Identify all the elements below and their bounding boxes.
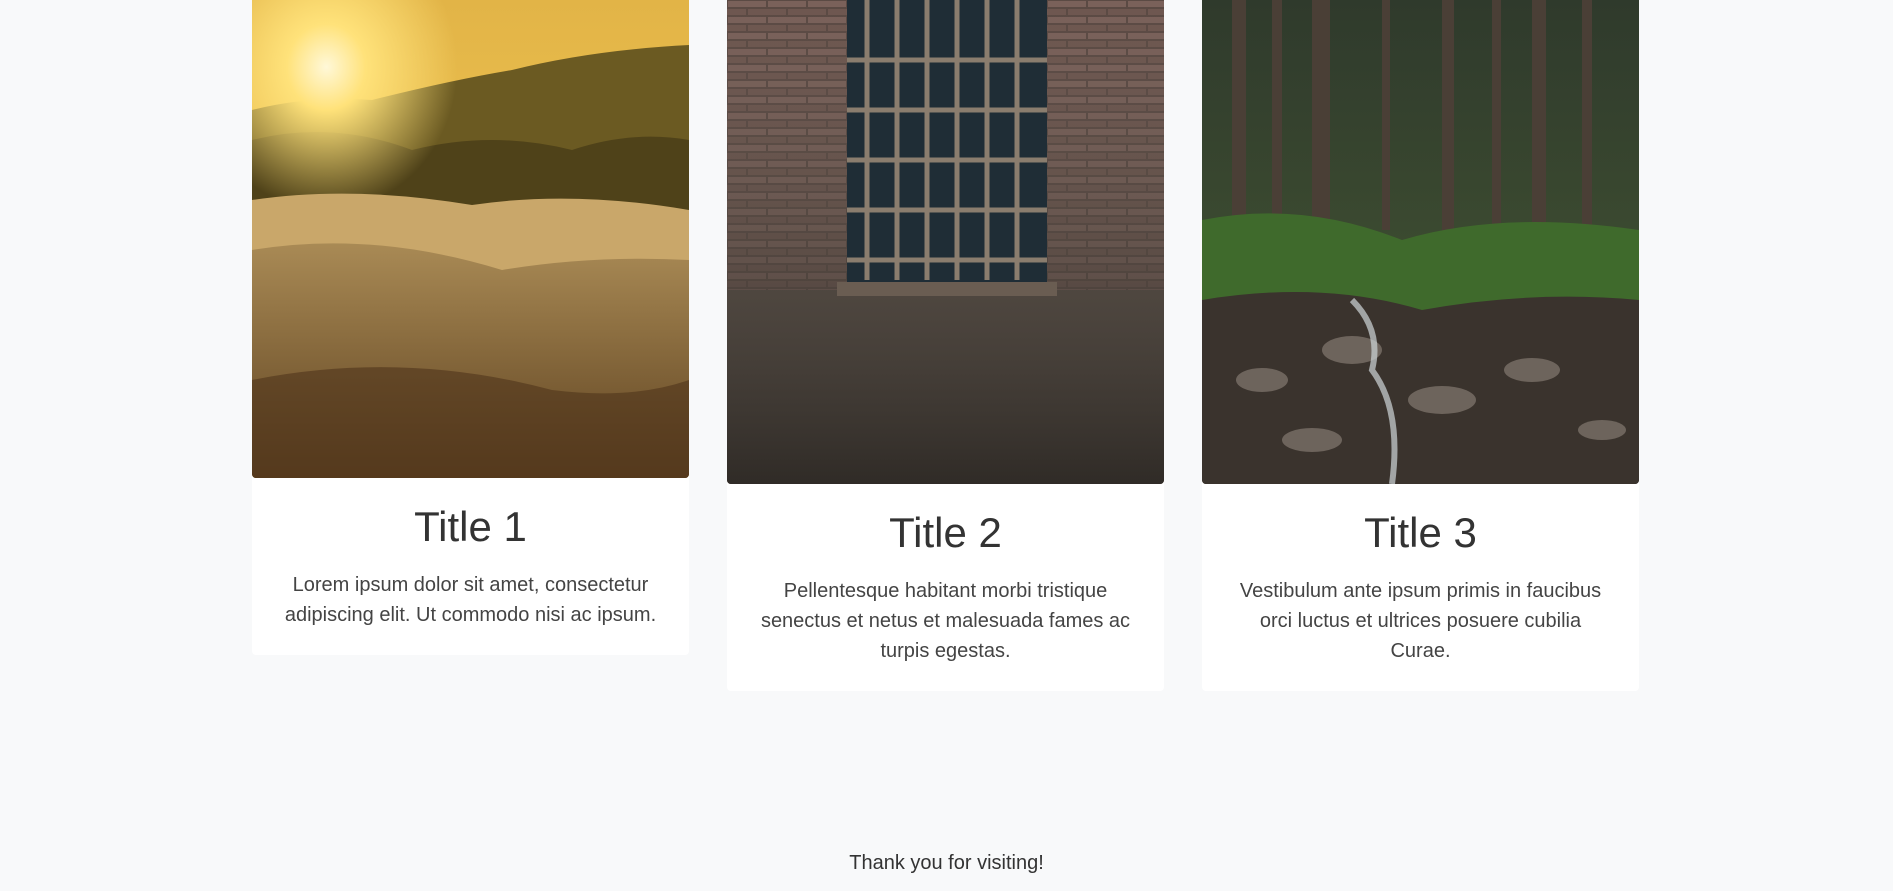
card-3: Title 3 Vestibulum ante ipsum primis in …	[1202, 0, 1639, 692]
page: Title 1 Lorem ipsum dolor sit amet, cons…	[0, 0, 1893, 891]
card-text: Pellentesque habitant morbi tristique se…	[760, 580, 1131, 663]
card-text: Vestibulum ante ipsum primis in faucibus…	[1239, 580, 1602, 663]
card-2: Title 2 Pellentesque habitant morbi tris…	[727, 0, 1164, 692]
card-title: Title 3	[1364, 509, 1477, 556]
card-image-window	[727, 0, 1164, 484]
card-body: Title 2 Pellentesque habitant morbi tris…	[727, 484, 1164, 691]
card-body: Title 1 Lorem ipsum dolor sit amet, cons…	[252, 478, 689, 655]
card-image-sunset	[252, 0, 689, 478]
card-text: Lorem ipsum dolor sit amet, consectetur …	[284, 574, 657, 627]
card-image-forest	[1202, 0, 1639, 484]
footer-text: Thank you for visiting!	[849, 852, 1044, 874]
card-title: Title 2	[889, 509, 1002, 556]
card-1: Title 1 Lorem ipsum dolor sit amet, cons…	[252, 0, 689, 656]
card-title: Title 1	[414, 503, 527, 550]
card-body: Title 3 Vestibulum ante ipsum primis in …	[1202, 484, 1639, 691]
